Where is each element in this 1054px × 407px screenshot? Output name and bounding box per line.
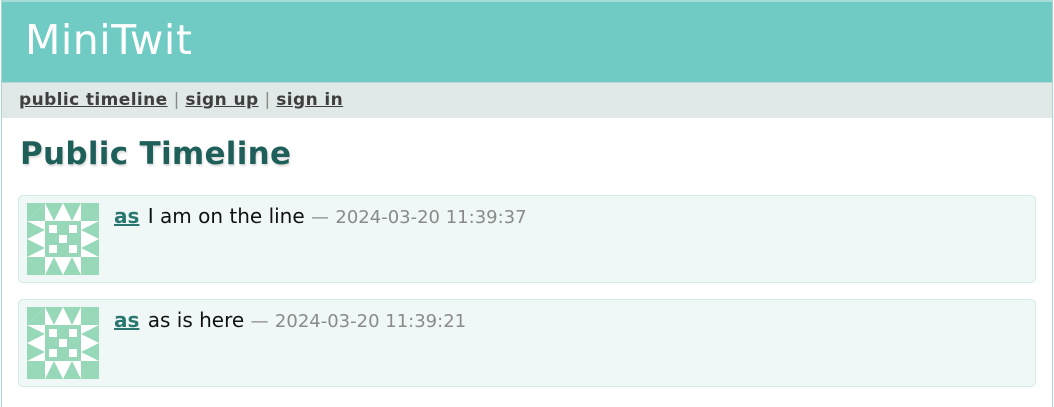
message-item: as I am on the line — 2024-03-20 11:39:3…: [18, 195, 1036, 283]
nav-separator: |: [173, 90, 180, 110]
message-item: as as is here — 2024-03-20 11:39:21: [18, 299, 1036, 387]
main-content: Public Timeline as I am on the line — 20…: [2, 135, 1052, 387]
message-list: as I am on the line — 2024-03-20 11:39:3…: [18, 195, 1036, 387]
page: MiniTwit public timeline | sign up | sig…: [1, 0, 1053, 407]
message-body: as as is here — 2024-03-20 11:39:21: [114, 308, 466, 332]
message-timestamp: 2024-03-20 11:39:37: [335, 207, 527, 228]
message-text: as is here: [147, 308, 245, 332]
header: MiniTwit: [2, 0, 1052, 82]
page-title: Public Timeline: [20, 136, 292, 172]
nav-link-sign-up[interactable]: sign up: [185, 90, 258, 110]
nav-separator: |: [264, 90, 271, 110]
message-username-link[interactable]: as: [114, 204, 139, 228]
identicon-avatar-icon[interactable]: [27, 307, 99, 379]
nav-link-sign-in[interactable]: sign in: [276, 90, 343, 110]
message-username-link[interactable]: as: [114, 308, 139, 332]
app-title: MiniTwit: [25, 16, 193, 64]
identicon-avatar-icon[interactable]: [27, 203, 99, 275]
message-timestamp-prefix: —: [311, 207, 330, 228]
message-timestamp: 2024-03-20 11:39:21: [274, 311, 467, 332]
message-body: as I am on the line — 2024-03-20 11:39:3…: [114, 204, 527, 228]
message-timestamp-prefix: —: [250, 311, 269, 332]
nav-link-public-timeline[interactable]: public timeline: [19, 90, 168, 110]
message-text: I am on the line: [147, 204, 305, 228]
navigation-bar: public timeline | sign up | sign in: [2, 82, 1052, 118]
